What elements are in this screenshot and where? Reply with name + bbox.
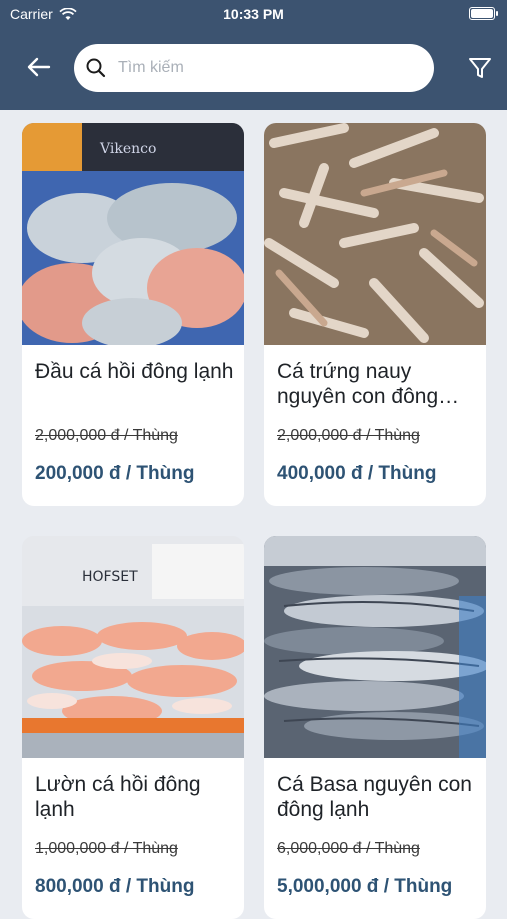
product-card[interactable]: Vikenco Đầu cá hồi đông lạnh 2,000,000 đ… bbox=[22, 123, 244, 506]
old-price: 2,000,000 đ / Thùng bbox=[35, 427, 178, 444]
old-price: 6,000,000 đ / Thùng bbox=[277, 840, 420, 857]
status-bar: Carrier 10:33 PM bbox=[0, 0, 507, 28]
brand-label: HOFSET bbox=[82, 569, 138, 585]
price: 800,000 đ / Thùng bbox=[35, 876, 195, 897]
price: 5,000,000 đ / Thùng bbox=[277, 876, 453, 897]
old-price: 1,000,000 đ / Thùng bbox=[35, 840, 178, 857]
product-grid: Vikenco Đầu cá hồi đông lạnh 2,000,000 đ… bbox=[0, 110, 507, 919]
filter-icon[interactable] bbox=[466, 54, 494, 82]
old-price: 2,000,000 đ / Thùng bbox=[277, 427, 420, 444]
search-input[interactable] bbox=[116, 58, 420, 78]
product-image-whole-fish bbox=[264, 536, 486, 758]
product-title: Cá Basa nguyên con đông lạnh bbox=[277, 773, 472, 821]
product-image-salmon-heads: Vikenco bbox=[22, 123, 244, 345]
product-image-salmon-belly: HOFSET bbox=[22, 536, 244, 758]
product-title: Đầu cá hồi đông lạnh bbox=[35, 360, 234, 383]
top-bar: Carrier 10:33 PM bbox=[0, 0, 507, 110]
brand-label: Vikenco bbox=[99, 141, 156, 157]
product-title: Cá trứng nauy nguyên con đông lạnh bbox=[277, 360, 439, 408]
back-button[interactable] bbox=[24, 52, 54, 82]
search-icon bbox=[86, 58, 106, 78]
battery-icon bbox=[469, 7, 498, 20]
product-card[interactable]: Cá Basa nguyên con đông lạnh 6,000,000 đ… bbox=[264, 536, 486, 919]
product-card[interactable]: Cá trứng nauy nguyên con đông lạnh 2,000… bbox=[264, 123, 486, 506]
price: 200,000 đ / Thùng bbox=[35, 463, 195, 484]
search-bar[interactable] bbox=[74, 44, 434, 92]
product-card[interactable]: HOFSET Lườn cá hồi đông lạnh 1,000,000 đ… bbox=[22, 536, 244, 919]
product-title: Lườn cá hồi đông lạnh bbox=[35, 773, 201, 821]
price: 400,000 đ / Thùng bbox=[277, 463, 437, 484]
product-image-capelin bbox=[264, 123, 486, 345]
status-time: 10:33 PM bbox=[223, 6, 284, 22]
